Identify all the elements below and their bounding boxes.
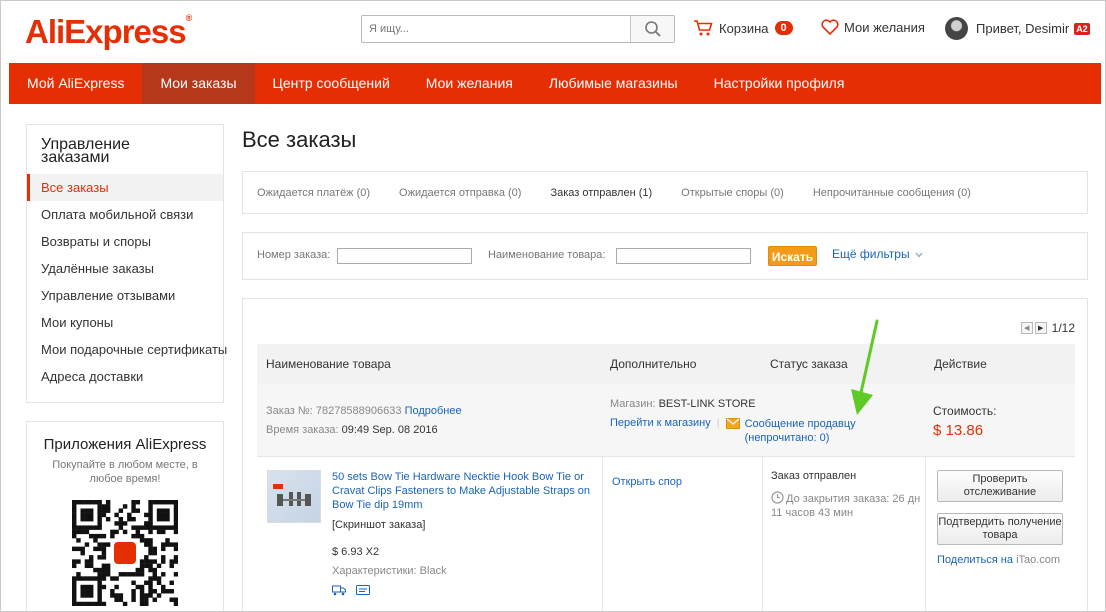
col-product-name: Наименование товара <box>266 357 391 371</box>
sidebar: Управление заказами Все заказы Оплата мо… <box>26 124 227 403</box>
order-summary: Заказ №: 78278588906633 Подробнее Время … <box>257 384 1075 457</box>
product-name-input[interactable] <box>616 248 751 264</box>
order-filters: Номер заказа: Наименование товара: Искат… <box>242 232 1088 280</box>
column-divider <box>602 457 603 611</box>
prev-page-button[interactable]: ◀ <box>1020 322 1033 334</box>
delivery-truck-icon[interactable] <box>332 584 346 596</box>
sidebar-item-feedback[interactable]: Управление отзывами <box>27 282 223 309</box>
envelope-icon <box>725 418 740 429</box>
apps-title: Приложения AliExpress <box>43 436 207 453</box>
chevron-down-icon <box>915 252 923 258</box>
column-divider <box>925 457 926 611</box>
next-page-button[interactable]: ▶ <box>1034 322 1047 334</box>
magnifier-icon <box>644 21 661 37</box>
tab-awaiting-shipment[interactable]: Ожидается отправка (0) <box>399 187 521 199</box>
page-indicator: 1/12 <box>1051 321 1075 335</box>
main-nav: Мой AliExpress Мои заказы Центр сообщени… <box>9 63 1101 104</box>
order-snapshot-link[interactable]: [Скриншот заказа] <box>332 519 425 531</box>
order-number-input[interactable] <box>337 248 472 264</box>
level-badge: A2 <box>1074 22 1090 35</box>
browser-viewport: AliExpress® Корзина 0 Мои желания <box>0 0 1106 612</box>
message-seller-link[interactable]: Сообщение продавцу <box>745 418 856 430</box>
order-details-link[interactable]: Подробнее <box>405 405 462 417</box>
sidebar-item-deleted-orders[interactable]: Удалённые заказы <box>27 255 223 282</box>
user-menu[interactable]: Привет, Desimir A2 <box>945 17 1090 40</box>
share-link[interactable]: Поделиться на iTao.com <box>937 554 1060 566</box>
order-cost: $ 13.86 <box>933 422 984 439</box>
store-info: Магазин: BEST-LINK STORE <box>610 398 756 410</box>
nav-my-orders[interactable]: Мои заказы <box>142 63 255 104</box>
track-shipment-button[interactable]: Проверить отслеживание <box>937 470 1063 502</box>
go-to-store-link[interactable]: Перейти к магазину <box>610 417 711 429</box>
cart-count-badge: 0 <box>774 21 793 35</box>
tab-awaiting-payment[interactable]: Ожидается платёж (0) <box>257 187 370 199</box>
nav-my-aliexpress[interactable]: Мой AliExpress <box>9 63 142 104</box>
bow-tie-hardware-image <box>273 483 311 506</box>
col-additional: Дополнительно <box>610 357 697 371</box>
wishlist-link[interactable]: Мои желания <box>821 19 925 35</box>
column-divider <box>762 457 763 611</box>
heart-icon <box>821 19 839 35</box>
confirm-receipt-button[interactable]: Подтвердить получение товара <box>937 513 1063 545</box>
search-button[interactable] <box>630 16 674 42</box>
tab-open-disputes[interactable]: Открытые споры (0) <box>681 187 784 199</box>
qr-code <box>72 500 178 606</box>
open-dispute-link[interactable]: Открыть спор <box>612 476 682 488</box>
nav-favorite-stores[interactable]: Любимые магазины <box>531 63 696 104</box>
sidebar-item-gift-cards[interactable]: Мои подарочные сертификаты <box>27 336 227 363</box>
orders-table-header: Наименование товара Дополнительно Статус… <box>257 344 1075 384</box>
pager: ◀ ▶ 1/12 <box>1020 321 1075 335</box>
product-name-label: Наименование товара: <box>488 249 606 261</box>
tab-unread-messages[interactable]: Непрочитанные сообщения (0) <box>813 187 971 199</box>
col-order-status: Статус заказа <box>770 357 848 371</box>
nav-wishlist[interactable]: Мои желания <box>408 63 531 104</box>
sidebar-item-mobile-payment[interactable]: Оплата мобильной связи <box>27 201 223 228</box>
wishlist-label: Мои желания <box>844 19 925 35</box>
cost-label: Стоимость: <box>933 404 997 418</box>
search-orders-button[interactable]: Искать <box>768 246 817 266</box>
col-action: Действие <box>934 357 987 371</box>
store-actions: Перейти к магазину | Сообщение продавцу … <box>610 417 856 444</box>
cart-icon <box>694 20 713 36</box>
order-status: Заказ отправлен <box>771 470 857 482</box>
product-name-link[interactable]: 50 sets Bow Tie Hardware Necktie Hook Bo… <box>332 470 598 512</box>
clock-icon <box>771 491 784 504</box>
apps-promo: Приложения AliExpress Покупайте в любом … <box>26 421 224 611</box>
sidebar-item-coupons[interactable]: Мои купоны <box>27 309 223 336</box>
order-item-row: 50 sets Bow Tie Hardware Necktie Hook Bo… <box>257 457 1075 611</box>
close-countdown: До закрытия заказа: 26 дн 11 часов 43 ми… <box>771 491 921 519</box>
cart-link[interactable]: Корзина 0 <box>693 19 793 37</box>
nav-profile-settings[interactable]: Настройки профиля <box>696 63 863 104</box>
sidebar-item-returns-disputes[interactable]: Возвраты и споры <box>27 228 223 255</box>
sidebar-menu: Все заказы Оплата мобильной связи Возвра… <box>27 174 227 390</box>
order-status-tabs: Ожидается платёж (0) Ожидается отправка … <box>242 171 1088 214</box>
orders-panel: ◀ ▶ 1/12 Наименование товара Дополнитель… <box>242 298 1088 611</box>
site-header: AliExpress® Корзина 0 Мои желания <box>1 1 1105 63</box>
guarantee-card-icon[interactable] <box>356 584 370 596</box>
product-thumbnail[interactable] <box>267 470 321 523</box>
aliexpress-logo[interactable]: AliExpress® <box>25 13 192 51</box>
annotation-arrow-icon <box>851 319 879 415</box>
more-filters-link[interactable]: Ещё фильтры <box>832 247 923 261</box>
cart-label: Корзина <box>719 20 769 36</box>
search-input[interactable] <box>362 16 630 42</box>
sidebar-item-addresses[interactable]: Адреса доставки <box>27 363 223 390</box>
nav-message-center[interactable]: Центр сообщений <box>255 63 408 104</box>
order-number-label: Номер заказа: <box>257 249 331 261</box>
product-service-icons <box>332 584 370 596</box>
tab-shipped[interactable]: Заказ отправлен (1) <box>550 187 652 199</box>
sidebar-item-all-orders[interactable]: Все заказы <box>27 174 223 201</box>
search-box <box>361 15 675 43</box>
greeting: Привет, Desimir <box>976 21 1070 36</box>
unit-price: $ 6.93 X2 <box>332 546 380 558</box>
apps-subtitle: Покупайте в любом месте, в любое время! <box>52 459 198 485</box>
order-time: Время заказа: 09:49 Sep. 08 2016 <box>266 424 438 436</box>
product-properties: Характеристики: Black <box>332 565 447 577</box>
sidebar-title: Управление заказами <box>41 136 130 166</box>
order-number: Заказ №: 78278588906633 Подробнее <box>266 405 462 417</box>
unread-count[interactable]: (непрочитано: 0) <box>745 432 830 444</box>
avatar <box>945 17 968 40</box>
page-title: Все заказы <box>242 127 357 152</box>
